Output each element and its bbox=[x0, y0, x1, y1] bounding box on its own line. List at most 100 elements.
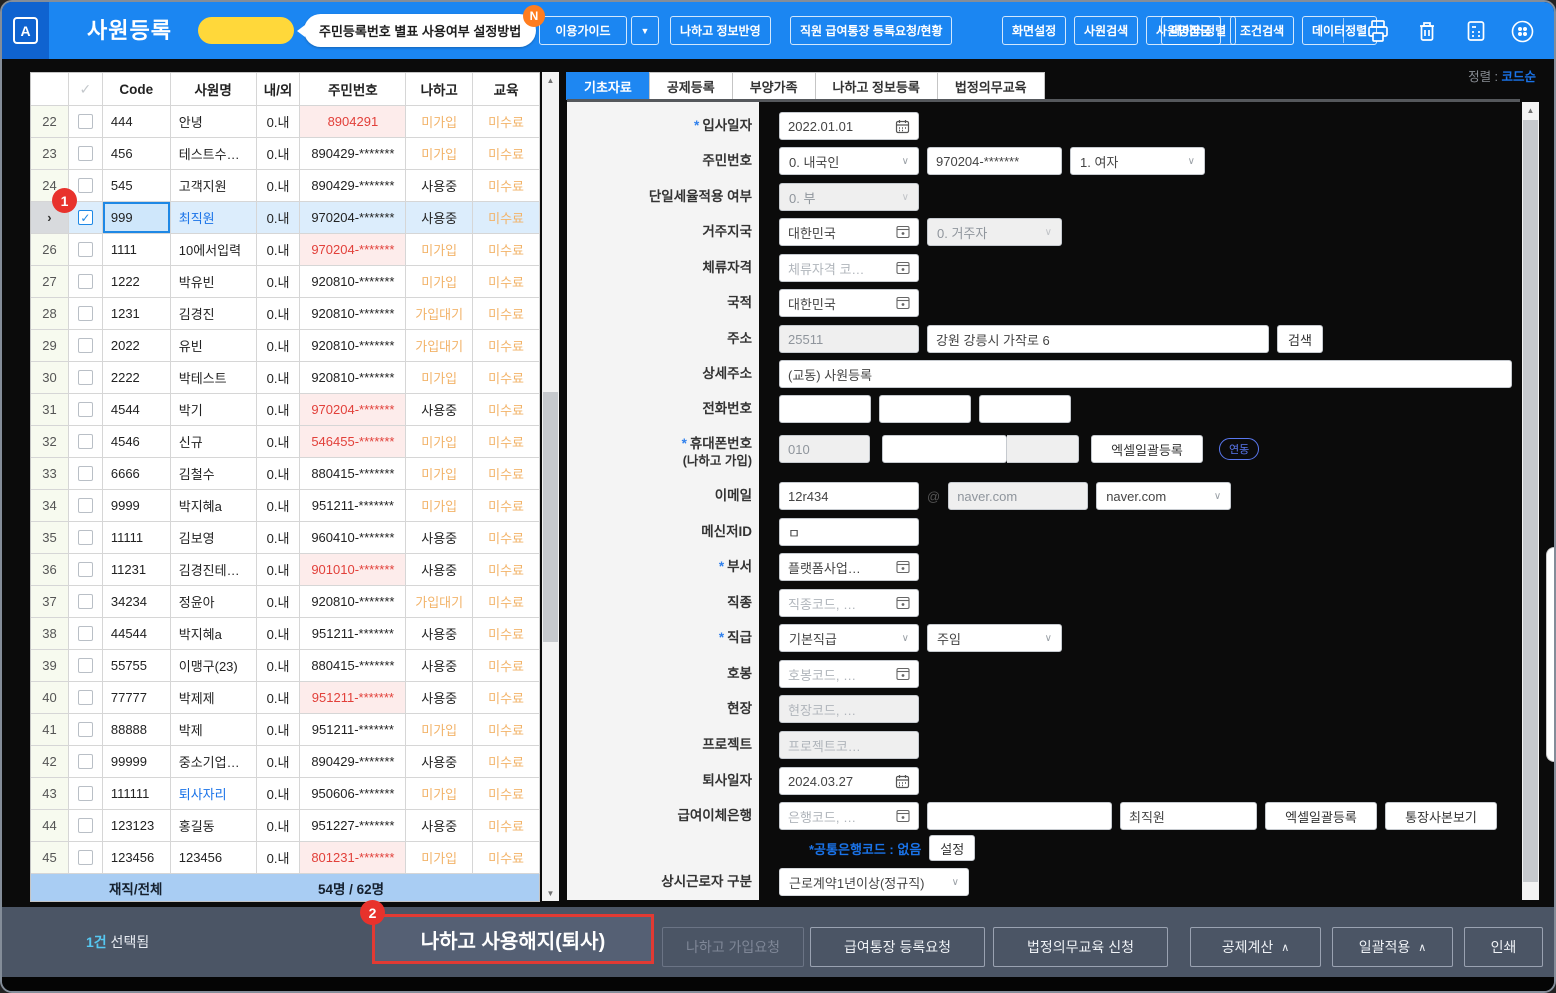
form-scroll-up-button[interactable]: ▲ bbox=[1522, 102, 1539, 118]
cell-code[interactable]: 999 bbox=[103, 202, 171, 234]
cell-jumin[interactable]: 970204-******* bbox=[300, 234, 406, 266]
data-sort-button2[interactable]: 데이터정렬 bbox=[1161, 16, 1236, 45]
row-number[interactable]: 40 bbox=[31, 682, 69, 714]
delete-button[interactable] bbox=[1413, 17, 1441, 45]
cell-jumin[interactable]: 890429-******* bbox=[300, 138, 406, 170]
stay-status-input[interactable]: 체류자격 코… bbox=[779, 254, 919, 282]
cell-nahago[interactable]: 사용중 bbox=[406, 202, 473, 234]
scroll-up-button[interactable]: ▲ bbox=[542, 72, 559, 88]
print-bottom-button[interactable]: 인쇄 bbox=[1464, 927, 1543, 967]
cell-jumin[interactable]: 901010-******* bbox=[300, 554, 406, 586]
cell-inout[interactable]: 0.내 bbox=[257, 234, 301, 266]
cell-edu[interactable]: 미수료 bbox=[473, 746, 540, 778]
phone-input-3[interactable] bbox=[979, 395, 1071, 423]
cell-name[interactable]: 박지혜a bbox=[171, 618, 257, 650]
cell-jumin[interactable]: 880415-******* bbox=[300, 458, 406, 490]
row-checkbox[interactable] bbox=[78, 850, 93, 865]
form-scrollbar[interactable]: ▲ bbox=[1522, 102, 1539, 900]
row-checkbox[interactable] bbox=[78, 658, 93, 673]
cell-edu[interactable]: 미수료 bbox=[473, 618, 540, 650]
cell-jumin[interactable]: 920810-******* bbox=[300, 298, 406, 330]
cell-nahago[interactable]: 사용중 bbox=[406, 554, 473, 586]
cell-jumin[interactable]: 970204-******* bbox=[300, 394, 406, 426]
table-row[interactable]: 44 123123 홍길동 0.내 951227-******* 사용중 미수료 bbox=[31, 810, 540, 842]
payroll-account-status-button[interactable]: 직원 급여통장 등록요청/현황 bbox=[790, 16, 952, 45]
row-checkbox[interactable] bbox=[78, 562, 93, 577]
address-search-button[interactable]: 검색 bbox=[1277, 325, 1323, 353]
cell-jumin[interactable]: 950606-******* bbox=[300, 778, 406, 810]
cell-name[interactable]: 박기 bbox=[171, 394, 257, 426]
cell-inout[interactable]: 0.내 bbox=[257, 394, 301, 426]
cell-edu[interactable]: 미수료 bbox=[473, 682, 540, 714]
cell-nahago[interactable]: 가입대기 bbox=[406, 330, 473, 362]
address-detail-input[interactable]: (교동) 사원등록 bbox=[779, 360, 1512, 388]
row-checkbox[interactable]: ✓ bbox=[78, 210, 93, 225]
cell-jumin[interactable]: 951211-******* bbox=[300, 714, 406, 746]
cell-jumin[interactable]: 8904291 bbox=[300, 106, 406, 138]
cell-nahago[interactable]: 사용중 bbox=[406, 170, 473, 202]
cell-jumin[interactable]: 890429-******* bbox=[300, 170, 406, 202]
row-checkbox[interactable] bbox=[78, 626, 93, 641]
cell-edu[interactable]: 미수료 bbox=[473, 522, 540, 554]
cell-jumin[interactable]: 890429-******* bbox=[300, 746, 406, 778]
cell-name[interactable]: 홍길동 bbox=[171, 810, 257, 842]
cell-name[interactable]: 최직원 bbox=[171, 202, 257, 234]
row-number[interactable]: 37 bbox=[31, 586, 69, 618]
guide-button[interactable]: 이용가이드 bbox=[539, 16, 627, 45]
code-search-icon[interactable] bbox=[896, 261, 910, 275]
row-number[interactable]: 39 bbox=[31, 650, 69, 682]
cell-name[interactable]: 박제 bbox=[171, 714, 257, 746]
cell-code[interactable]: 123123 bbox=[103, 810, 171, 842]
cell-inout[interactable]: 0.내 bbox=[257, 778, 301, 810]
cell-edu[interactable]: 미수료 bbox=[473, 202, 540, 234]
cell-jumin[interactable]: 880415-******* bbox=[300, 650, 406, 682]
cell-jumin[interactable]: 920810-******* bbox=[300, 266, 406, 298]
cell-nahago[interactable]: 가입대기 bbox=[406, 586, 473, 618]
tab-deduction[interactable]: 공제등록 bbox=[649, 72, 733, 100]
row-checkbox[interactable] bbox=[78, 434, 93, 449]
row-checkbox[interactable] bbox=[78, 466, 93, 481]
cell-code[interactable]: 77777 bbox=[103, 682, 171, 714]
cell-jumin[interactable]: 801231-******* bbox=[300, 842, 406, 874]
row-number[interactable]: 44 bbox=[31, 810, 69, 842]
cell-inout[interactable]: 0.내 bbox=[257, 682, 301, 714]
row-number[interactable]: 43 bbox=[31, 778, 69, 810]
cell-code[interactable]: 545 bbox=[103, 170, 171, 202]
email-domain-select[interactable]: naver.com∨ bbox=[1096, 482, 1231, 510]
table-row[interactable]: 38 44544 박지혜a 0.내 951211-******* 사용중 미수료 bbox=[31, 618, 540, 650]
table-row[interactable]: 33 6666 김철수 0.내 880415-******* 미가입 미수료 bbox=[31, 458, 540, 490]
cell-code[interactable]: 11231 bbox=[103, 554, 171, 586]
nahago-cancel-retire-button[interactable]: 나하고 사용해지(퇴사) bbox=[372, 914, 654, 964]
row-checkbox[interactable] bbox=[78, 690, 93, 705]
row-checkbox[interactable] bbox=[78, 402, 93, 417]
table-row[interactable]: 29 2022 유빈 0.내 920810-******* 가입대기 미수료 bbox=[31, 330, 540, 362]
bank-holder-input[interactable]: 최직원 bbox=[1120, 802, 1257, 830]
cell-inout[interactable]: 0.내 bbox=[257, 362, 301, 394]
cell-code[interactable]: 1222 bbox=[103, 266, 171, 298]
bankbook-copy-button[interactable]: 통장사본보기 bbox=[1385, 802, 1497, 830]
cell-inout[interactable]: 0.내 bbox=[257, 810, 301, 842]
cell-name[interactable]: 김경진테… bbox=[171, 554, 257, 586]
cell-inout[interactable]: 0.내 bbox=[257, 170, 301, 202]
row-number[interactable]: 45 bbox=[31, 842, 69, 874]
row-checkbox[interactable] bbox=[78, 786, 93, 801]
code-search-icon[interactable] bbox=[896, 225, 910, 239]
cell-nahago[interactable]: 사용중 bbox=[406, 522, 473, 554]
print-button[interactable] bbox=[1364, 17, 1392, 45]
row-checkbox[interactable] bbox=[78, 370, 93, 385]
cell-inout[interactable]: 0.내 bbox=[257, 426, 301, 458]
cell-name[interactable]: 고객지원 bbox=[171, 170, 257, 202]
worker-type-select[interactable]: 근로계약1년이상(정규직)∨ bbox=[779, 868, 969, 896]
column-header-inout[interactable]: 내/외 bbox=[257, 73, 301, 106]
cell-name[interactable]: 테스트수… bbox=[171, 138, 257, 170]
row-number[interactable]: 30 bbox=[31, 362, 69, 394]
cell-edu[interactable]: 미수료 bbox=[473, 778, 540, 810]
tab-basic-info[interactable]: 기초자료 bbox=[566, 72, 650, 100]
cell-code[interactable]: 444 bbox=[103, 106, 171, 138]
cell-edu[interactable]: 미수료 bbox=[473, 810, 540, 842]
cell-edu[interactable]: 미수료 bbox=[473, 842, 540, 874]
job-type-input[interactable]: 직종코드, … bbox=[779, 589, 919, 617]
cell-name[interactable]: 김보영 bbox=[171, 522, 257, 554]
cell-inout[interactable]: 0.내 bbox=[257, 554, 301, 586]
table-row[interactable]: 45 123456 123456 0.내 801231-******* 미가입 … bbox=[31, 842, 540, 874]
